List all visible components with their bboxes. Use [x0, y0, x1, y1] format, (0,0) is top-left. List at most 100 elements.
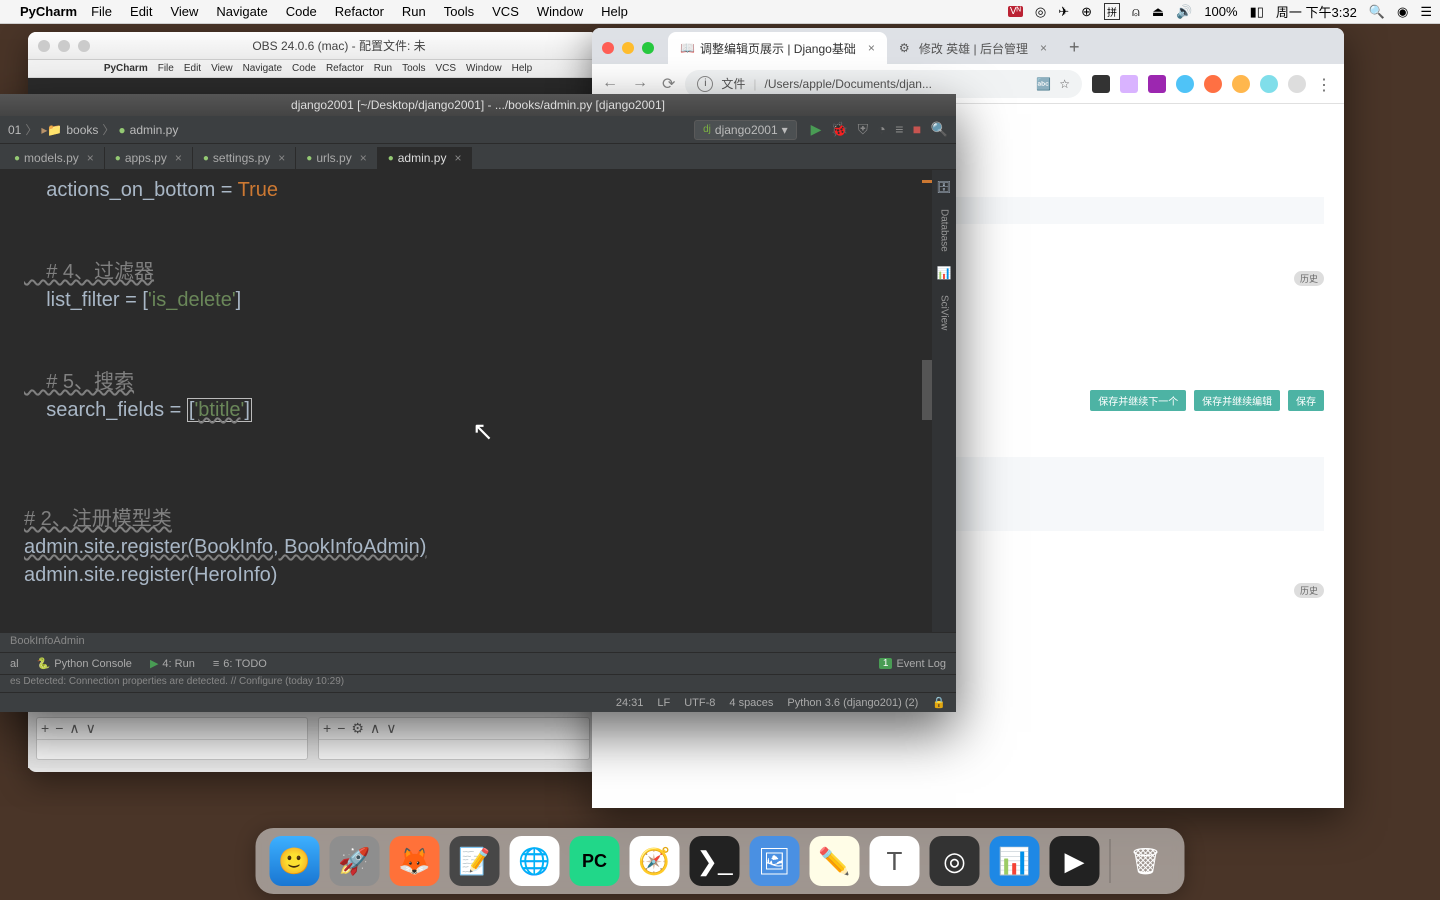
volume-icon[interactable]: 🔊 [1176, 4, 1192, 20]
down-icon[interactable]: ∨ [86, 720, 96, 737]
eject-icon[interactable]: ⏏ [1152, 4, 1164, 20]
back-icon[interactable]: ← [602, 74, 618, 94]
profile-icon[interactable]: ◔ [877, 121, 885, 137]
down-icon[interactable]: ∨ [386, 720, 396, 737]
translate-icon[interactable]: 🔤 [1036, 77, 1051, 91]
cursor-position[interactable]: 24:31 [616, 697, 644, 709]
tab-urls[interactable]: ●urls.py× [296, 147, 377, 169]
new-tab-button[interactable]: + [1059, 37, 1090, 64]
up-icon[interactable]: ∧ [69, 720, 79, 737]
plus-icon[interactable]: + [41, 720, 49, 737]
indent[interactable]: 4 spaces [729, 697, 773, 709]
code-editor[interactable]: actions_on_bottom = True # 4、过滤器 list_fi… [0, 170, 956, 632]
ext-icon-7[interactable] [1260, 75, 1278, 93]
obs-tray-icon[interactable]: ◎ [1035, 4, 1046, 20]
dock-chrome-icon[interactable]: 🌐 [510, 836, 560, 886]
chrome-traffic-lights[interactable] [602, 42, 654, 64]
ext-icon-1[interactable] [1092, 75, 1110, 93]
todo-tool[interactable]: ≡6: TODO [213, 658, 267, 670]
siri-icon[interactable]: ◉ [1397, 4, 1408, 20]
event-log-tool[interactable]: 1Event Log [879, 658, 946, 670]
menu-window[interactable]: Window [537, 4, 583, 19]
interpreter[interactable]: Python 3.6 (django201) (2) [787, 697, 918, 709]
dock-pycharm-icon[interactable]: PC [570, 836, 620, 886]
spotlight-icon[interactable]: 🔍 [1369, 4, 1385, 20]
chrome-tab-inactive[interactable]: ⚙ 修改 英雄 | 后台管理 × [887, 32, 1059, 64]
chrome-tab-active[interactable]: 📖 调整编辑页展示 | Django基础 × [668, 32, 887, 64]
menu-vcs[interactable]: VCS [492, 4, 519, 19]
dock-safari-icon[interactable]: 🧭 [630, 836, 680, 886]
terminal-tool[interactable]: al [10, 658, 19, 670]
ext-icon-2[interactable] [1120, 75, 1138, 93]
dock-obs-icon[interactable]: ◎ [930, 836, 980, 886]
close-icon[interactable]: × [1040, 41, 1047, 55]
bc-folder[interactable]: books [66, 123, 98, 137]
forward-icon[interactable]: → [632, 74, 648, 94]
wifi-icon[interactable]: ⍝ [1132, 4, 1140, 20]
reload-icon[interactable]: ⟳ [662, 74, 675, 94]
obs-scenes-panel[interactable]: +−∧∨ [36, 717, 308, 760]
close-icon[interactable]: × [360, 151, 367, 165]
dock-sublime-icon[interactable]: 📝 [450, 836, 500, 886]
tab-admin[interactable]: ●admin.py× [378, 147, 473, 169]
dock-trash-icon[interactable]: 🗑 [1121, 836, 1171, 886]
sciview-tool-icon[interactable]: 📊 [937, 260, 952, 287]
battery-text[interactable]: 100% [1204, 4, 1237, 19]
minus-icon[interactable]: − [337, 720, 345, 737]
dock-screenshot-icon[interactable]: 🖼 [750, 836, 800, 886]
dock-firefox-icon[interactable]: 🦊 [390, 836, 440, 886]
plus-icon[interactable]: + [323, 720, 331, 737]
telegram-icon[interactable]: ✈ [1058, 4, 1069, 20]
database-tool-icon[interactable]: 🗄 [936, 174, 951, 201]
bc-file[interactable]: admin.py [130, 123, 179, 137]
menu-navigate[interactable]: Navigate [216, 4, 267, 19]
obs-sources-panel[interactable]: +−⚙∧∨ [318, 717, 590, 760]
coverage-icon[interactable]: ⛨ [858, 121, 869, 137]
dock-terminal-icon[interactable]: ❯_ [690, 836, 740, 886]
globe-icon[interactable]: ⊕ [1081, 4, 1092, 20]
editor-breadcrumb[interactable]: BookInfoAdmin [0, 632, 956, 652]
star-icon[interactable]: ☆ [1059, 77, 1070, 91]
menu-help[interactable]: Help [601, 4, 628, 19]
run-tool[interactable]: ▶4: Run [150, 657, 195, 670]
obs-traffic-lights[interactable] [38, 40, 90, 52]
ext-icon-5[interactable] [1204, 75, 1222, 93]
concurrency-icon[interactable]: ≡ [895, 121, 903, 137]
dock-player-icon[interactable]: ▶ [1050, 836, 1100, 886]
tab-settings[interactable]: ●settings.py× [193, 147, 296, 169]
database-label[interactable]: Database [931, 209, 957, 252]
menu-refactor[interactable]: Refactor [335, 4, 384, 19]
chrome-menu-icon[interactable]: ⋮ [1316, 75, 1334, 93]
close-icon[interactable]: × [278, 151, 285, 165]
bc-project[interactable]: 01 [8, 123, 21, 137]
line-ending[interactable]: LF [657, 697, 670, 709]
editor-minimap[interactable] [922, 170, 932, 632]
ext-icon-4[interactable] [1176, 75, 1194, 93]
close-icon[interactable]: × [175, 151, 182, 165]
ext-icon-6[interactable] [1232, 75, 1250, 93]
input-source-icon[interactable]: 拼 [1104, 3, 1120, 20]
stop-icon[interactable]: ■ [913, 121, 921, 137]
battery-icon[interactable]: ▮▯ [1250, 4, 1264, 20]
run-icon[interactable]: ▶ [811, 121, 822, 137]
tab-apps[interactable]: ●apps.py× [105, 147, 193, 169]
dock-launchpad-icon[interactable]: 🚀 [330, 836, 380, 886]
close-icon[interactable]: × [454, 151, 461, 165]
status-message[interactable]: es Detected: Connection properties are d… [0, 674, 956, 692]
ext-icon-3[interactable] [1148, 75, 1166, 93]
dock-keynote-icon[interactable]: 📊 [990, 836, 1040, 886]
sciview-label[interactable]: SciView [931, 295, 957, 330]
close-icon[interactable]: × [87, 151, 94, 165]
menu-file[interactable]: File [91, 4, 112, 19]
dock-textedit-icon[interactable]: T [870, 836, 920, 886]
menu-tools[interactable]: Tools [444, 4, 474, 19]
dock-notes-icon[interactable]: ✏️ [810, 836, 860, 886]
menu-edit[interactable]: Edit [130, 4, 152, 19]
run-config-selector[interactable]: dj django2001 ▾ [694, 120, 797, 140]
search-icon[interactable]: 🔍 [931, 121, 948, 137]
clock[interactable]: 周一 下午3:32 [1276, 2, 1357, 21]
python-console-tool[interactable]: 🐍Python Console [37, 657, 132, 670]
menu-run[interactable]: Run [402, 4, 426, 19]
up-icon[interactable]: ∧ [370, 720, 380, 737]
encoding[interactable]: UTF-8 [684, 697, 715, 709]
